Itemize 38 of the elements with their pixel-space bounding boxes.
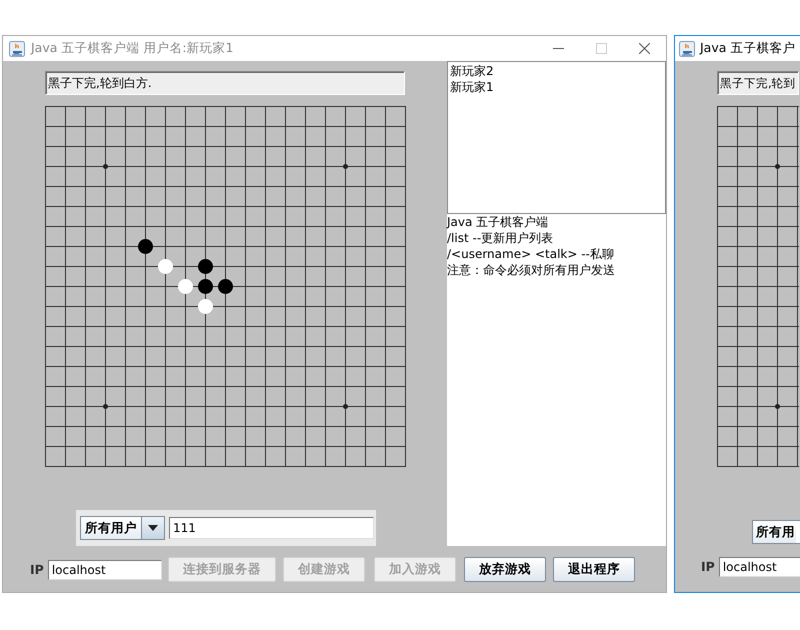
- chat-message: Java 五子棋客户端: [447, 214, 550, 230]
- game-stone: [158, 259, 173, 274]
- java-app-icon: [679, 40, 695, 56]
- message-input[interactable]: 111: [169, 517, 374, 539]
- star-point: [775, 164, 780, 169]
- status-field: 黑子下完,轮到白方.: [45, 71, 405, 95]
- action-button[interactable]: 退出程序: [552, 557, 635, 582]
- status-field: 黑子下完,轮到: [717, 71, 799, 95]
- ip-field[interactable]: localhost: [718, 556, 800, 576]
- ip-label: IP: [701, 559, 715, 574]
- window-title: Java 五子棋客户: [700, 40, 796, 57]
- chat-message: /<username> <talk> --私聊: [447, 246, 615, 262]
- action-button[interactable]: 放弃游戏: [464, 557, 546, 582]
- game-stone: [138, 239, 153, 254]
- game-board[interactable]: [45, 106, 406, 467]
- window-title: Java 五子棋客户端 用户名:新玩家1: [31, 40, 234, 57]
- star-point: [103, 404, 108, 409]
- star-point: [103, 164, 108, 169]
- star-point: [343, 164, 348, 169]
- game-stone: [198, 259, 213, 274]
- game-board[interactable]: [717, 106, 799, 467]
- game-stone: [178, 279, 193, 294]
- star-point: [343, 404, 348, 409]
- ip-field[interactable]: localhost: [48, 560, 162, 580]
- user-list-item[interactable]: 新玩家2: [450, 63, 663, 79]
- star-point: [775, 404, 780, 409]
- recipient-dropdown[interactable]: 所有用: [752, 520, 800, 544]
- chat-message: /list --更新用户列表: [447, 230, 554, 246]
- chat-message: 注意：命令必须对所有用户发送: [447, 262, 616, 278]
- game-stone: [198, 299, 213, 314]
- caret-icon: [148, 525, 158, 531]
- game-stone: [218, 279, 233, 294]
- ip-label: IP: [30, 562, 44, 577]
- game-stone: [198, 279, 213, 294]
- recipient-dropdown[interactable]: 所有用户: [80, 516, 165, 540]
- java-app-icon: [9, 40, 25, 56]
- close-icon[interactable]: [639, 43, 650, 54]
- user-list-item[interactable]: 新玩家1: [450, 79, 663, 95]
